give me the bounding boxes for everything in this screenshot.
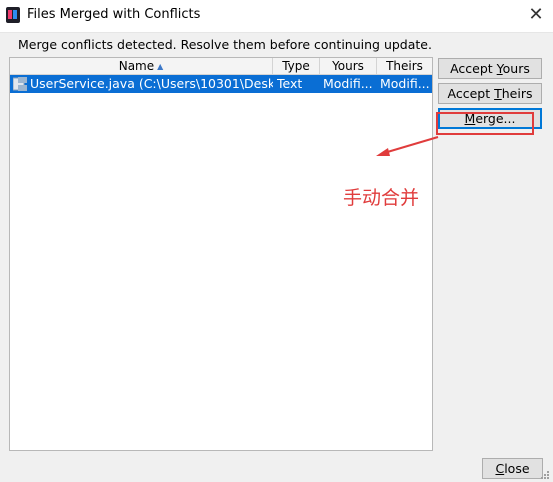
close-mnemonic: C	[495, 461, 505, 476]
window-title: Files Merged with Conflicts	[27, 7, 201, 22]
column-header-yours[interactable]: Yours	[320, 58, 377, 74]
accept-theirs-label-pre: Accept	[447, 86, 495, 101]
close-label-post: lose	[504, 461, 530, 476]
column-header-name[interactable]: Name ▲	[10, 58, 273, 74]
annotation-arrow-icon	[376, 136, 439, 156]
accept-theirs-mnemonic: T	[494, 86, 502, 101]
close-button[interactable]: Close	[482, 458, 543, 479]
column-header-name-label: Name	[118, 59, 155, 73]
intellij-icon	[6, 7, 20, 23]
accept-theirs-label-post: heirs	[501, 86, 533, 101]
accept-yours-button[interactable]: Accept Yours	[438, 58, 542, 79]
annotation-highlight-box	[436, 112, 534, 135]
accept-yours-label-post: ours	[502, 61, 530, 76]
row-yours-status: Modifi...	[323, 76, 373, 91]
dialog-window: Files Merged with Conflicts ✕ Merge conf…	[0, 0, 553, 482]
annotation-label: 手动合并	[343, 187, 420, 209]
table-header: Name ▲ Type Yours Theirs	[10, 58, 432, 75]
close-icon[interactable]: ✕	[522, 2, 550, 28]
row-file-name: UserService.java (C:\Users\10301\Desktop…	[30, 76, 273, 91]
accept-yours-label-pre: Accept	[450, 61, 497, 76]
conflict-files-table: Name ▲ Type Yours Theirs UserService.java…	[9, 57, 433, 451]
column-header-type[interactable]: Type	[273, 58, 320, 74]
table-row[interactable]: UserService.java (C:\Users\10301\Desktop…	[10, 75, 432, 93]
conflict-message: Merge conflicts detected. Resolve them b…	[18, 37, 432, 52]
accept-theirs-button[interactable]: Accept Theirs	[438, 83, 542, 104]
resize-grip-icon[interactable]	[540, 470, 550, 480]
row-theirs-status: Modifi...	[380, 76, 430, 91]
sort-ascending-icon: ▲	[157, 62, 164, 71]
java-file-icon	[13, 77, 27, 91]
row-file-type: Text	[277, 76, 303, 91]
title-bar: Files Merged with Conflicts ✕	[0, 0, 553, 33]
column-header-theirs[interactable]: Theirs	[377, 58, 432, 74]
